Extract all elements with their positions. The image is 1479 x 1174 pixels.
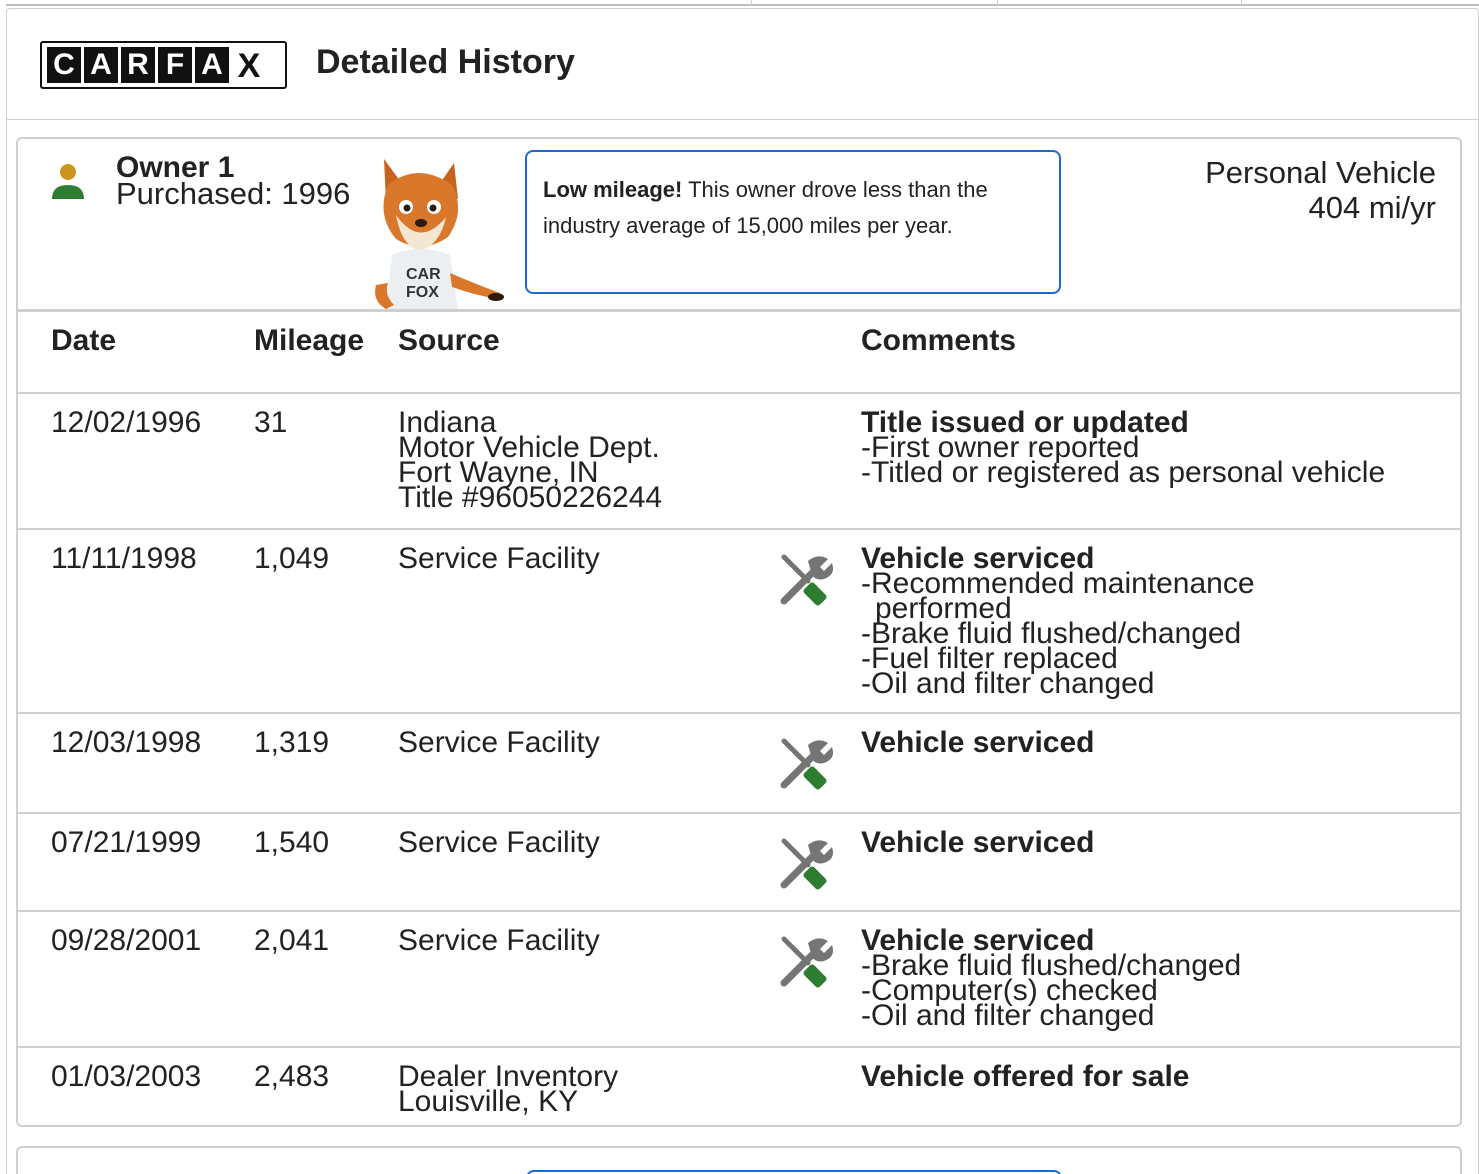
logo-letter: X [237, 47, 261, 85]
column-header-comments: Comments [861, 324, 1017, 357]
next-callout [526, 1170, 1062, 1174]
cell-comments: Vehicle serviced [861, 826, 1095, 859]
tab-divider [997, 0, 998, 6]
cell-date: 11/11/1998 [51, 542, 197, 575]
cell-mileage: 2,041 [254, 924, 330, 957]
row-divider [18, 910, 1460, 912]
column-header-source: Source [398, 324, 500, 357]
owner-history-card: Owner 1 Purchased: 1996 CAR FOX Low mile… [16, 137, 1462, 1127]
logo-letter: A [84, 47, 118, 83]
row-divider [18, 712, 1460, 714]
cell-source: Service Facility [398, 726, 600, 759]
logo-letter: A [195, 47, 229, 83]
column-header-mileage: Mileage [254, 324, 365, 357]
table-top-border [18, 309, 1460, 312]
usage-rate: 404 mi/yr [1308, 190, 1436, 225]
comment-item: -Titled or registered as personal vehicl… [861, 456, 1386, 489]
cell-comments: Vehicle offered for sale [861, 1060, 1190, 1093]
comment-item: -Oil and filter changed [861, 667, 1155, 700]
tab-divider [1241, 0, 1242, 6]
cell-source: Indiana Motor Vehicle Dept. Fort Wayne, … [398, 408, 663, 514]
logo-letter: F [158, 47, 192, 83]
row-divider [18, 1046, 1460, 1048]
logo-letter: R [121, 47, 155, 83]
section-header: C A R F A X Detailed History [7, 9, 1478, 120]
source-line: Service Facility [398, 924, 600, 957]
carfox-mascot-icon: CAR FOX [375, 159, 504, 311]
source-line: Service Facility [398, 826, 600, 859]
usage-type: Personal Vehicle [1205, 155, 1436, 190]
cell-comments: Vehicle serviced -Brake fluid flushed/ch… [861, 926, 1241, 1032]
comment-title: Vehicle serviced [861, 826, 1095, 859]
cell-mileage: 31 [254, 406, 288, 439]
cell-date: 01/03/2003 [51, 1060, 202, 1093]
row-divider [18, 392, 1460, 394]
row-divider [18, 528, 1460, 530]
usage-summary: Personal Vehicle 404 mi/yr [1205, 155, 1436, 225]
carfax-logo: C A R F A X [40, 41, 287, 89]
cell-comments: Vehicle serviced [861, 726, 1095, 759]
source-line: Service Facility [398, 542, 600, 575]
cell-mileage: 1,540 [254, 826, 330, 859]
callout-bold: Low mileage! [543, 177, 683, 202]
mascot-shirt-text: CAR [406, 266, 441, 283]
tab-divider [751, 0, 752, 6]
source-line: Title #96050226244 [398, 481, 663, 514]
cell-date: 12/02/1996 [51, 406, 202, 439]
cell-source: Service Facility [398, 826, 600, 859]
comment-title: Vehicle serviced [861, 726, 1095, 759]
cell-date: 12/03/1998 [51, 726, 202, 759]
source-line: Service Facility [398, 726, 600, 759]
next-owner-card [16, 1146, 1462, 1174]
wrench-screwdriver-icon [780, 838, 833, 890]
column-header-date: Date [51, 324, 117, 357]
cell-date: 07/21/1999 [51, 826, 202, 859]
wrench-screwdriver-icon [780, 554, 833, 606]
cell-source: Dealer Inventory Louisville, KY [398, 1062, 618, 1117]
page-title: Detailed History [316, 43, 575, 81]
wrench-screwdriver-icon [780, 738, 833, 790]
cell-date: 09/28/2001 [51, 924, 202, 957]
cell-mileage: 2,483 [254, 1060, 330, 1093]
wrench-screwdriver-icon [780, 936, 833, 988]
logo-letter: C [47, 47, 81, 83]
cell-comments: Vehicle serviced -Recommended maintenanc… [861, 544, 1255, 700]
cell-mileage: 1,049 [254, 542, 330, 575]
row-divider [18, 812, 1460, 814]
comment-title: Vehicle offered for sale [861, 1060, 1190, 1093]
cell-comments: Title issued or updated -First owner rep… [861, 408, 1386, 489]
svg-text:FOX: FOX [406, 284, 439, 301]
top-tab-strip [6, 0, 1479, 6]
cell-mileage: 1,319 [254, 726, 330, 759]
low-mileage-callout: Low mileage! This owner drove less than … [525, 150, 1061, 294]
cell-source: Service Facility [398, 542, 600, 575]
cell-source: Service Facility [398, 924, 600, 957]
person-icon [52, 164, 84, 199]
comment-item: -Oil and filter changed [861, 999, 1155, 1032]
owner-purchased: Purchased: 1996 [116, 176, 351, 211]
